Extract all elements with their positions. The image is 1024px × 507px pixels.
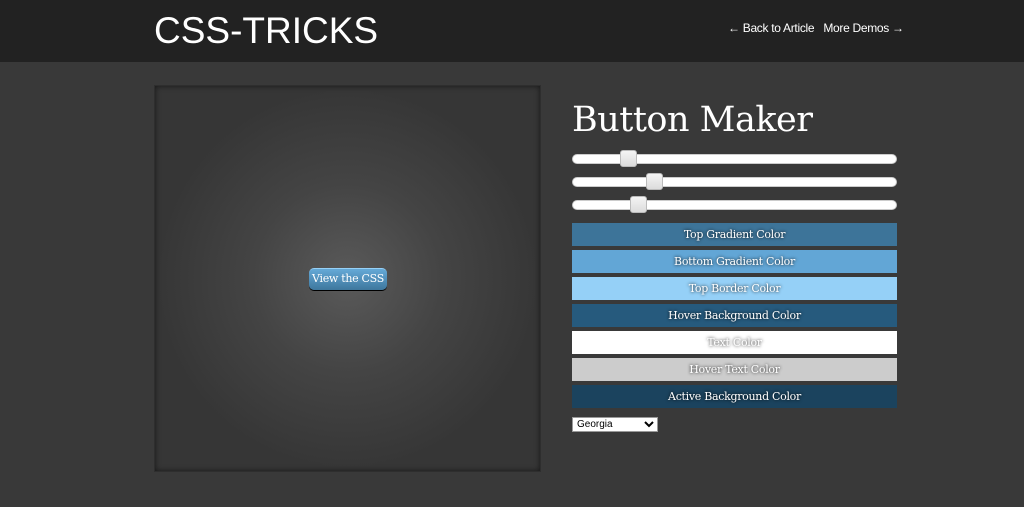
color-button[interactable]: Top Gradient Color bbox=[572, 223, 897, 246]
slider-thumb[interactable] bbox=[619, 150, 637, 167]
range-slider[interactable] bbox=[572, 173, 897, 190]
view-css-button[interactable]: View the CSS bbox=[309, 268, 387, 290]
back-to-article-link[interactable]: ← Back to Article bbox=[728, 21, 815, 35]
preview-stage: View the CSS bbox=[154, 85, 541, 472]
slider-thumb[interactable] bbox=[629, 196, 647, 213]
color-button[interactable]: Top Border Color bbox=[572, 277, 897, 300]
slider-thumb[interactable] bbox=[645, 173, 663, 190]
color-button[interactable]: Active Background Color bbox=[572, 385, 897, 408]
range-slider[interactable] bbox=[572, 196, 897, 213]
site-header: CSS-TRICKS ← Back to Article More Demos … bbox=[0, 0, 1024, 62]
range-slider[interactable] bbox=[572, 150, 897, 167]
page-title: Button Maker bbox=[572, 100, 813, 140]
color-button[interactable]: Hover Background Color bbox=[572, 304, 897, 327]
logo[interactable]: CSS-TRICKS bbox=[154, 10, 378, 52]
color-button[interactable]: Hover Text Color bbox=[572, 358, 897, 381]
color-button[interactable]: Text Color bbox=[572, 331, 897, 354]
font-select[interactable]: Georgia bbox=[572, 417, 658, 432]
more-demos-link[interactable]: More Demos → bbox=[823, 21, 904, 35]
color-button[interactable]: Bottom Gradient Color bbox=[572, 250, 897, 273]
button-maker-panel: Button Maker Top Gradient Color Bottom Gr… bbox=[572, 100, 897, 432]
header-nav: ← Back to Article More Demos → bbox=[728, 21, 910, 35]
